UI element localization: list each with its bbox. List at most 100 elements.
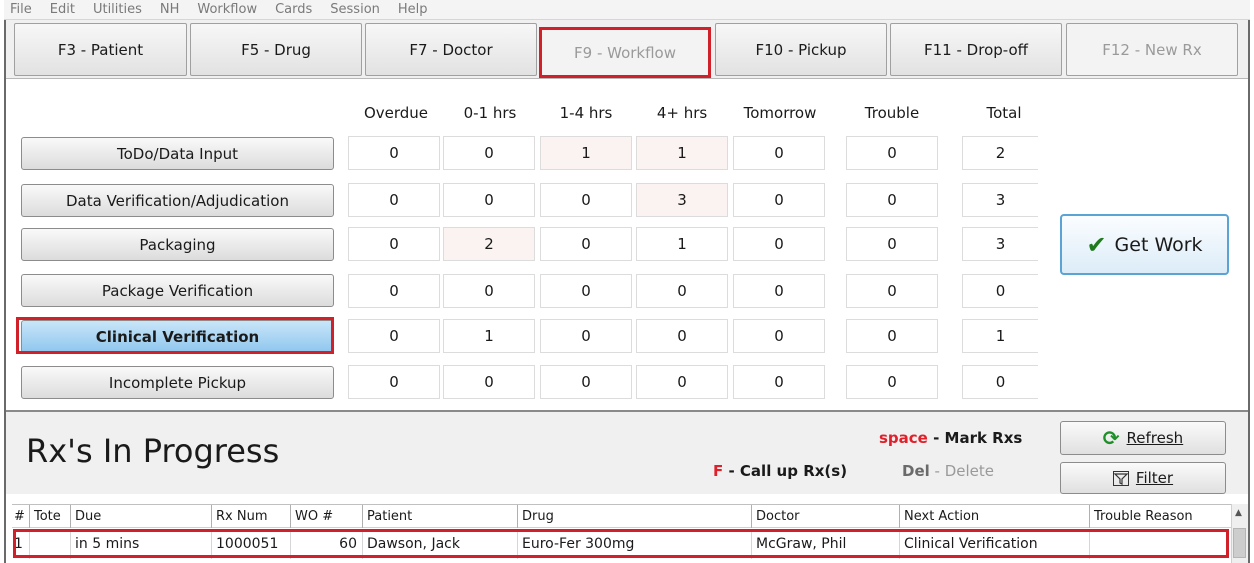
f3-patient-button[interactable]: F3 - Patient bbox=[14, 23, 187, 76]
menu-nh[interactable]: NH bbox=[160, 2, 180, 17]
f12-new-rx-button[interactable]: F12 - New Rx bbox=[1066, 23, 1238, 76]
scrollbar-thumb[interactable] bbox=[1233, 528, 1246, 558]
queue-count[interactable]: 0 bbox=[348, 136, 440, 170]
menu-session[interactable]: Session bbox=[330, 2, 380, 17]
queue-count[interactable]: 0 bbox=[540, 319, 632, 353]
queue-count[interactable]: 0 bbox=[733, 319, 825, 353]
col-header-0-1-hrs: 0-1 hrs bbox=[463, 104, 517, 122]
col-header-trouble: Trouble bbox=[864, 104, 920, 122]
queue-count[interactable]: 0 bbox=[540, 365, 632, 399]
th-patient[interactable]: Patient bbox=[362, 505, 516, 528]
queue-count[interactable]: 0 bbox=[846, 136, 938, 170]
col-header-4plus-hrs: 4+ hrs bbox=[656, 104, 708, 122]
queue-count[interactable]: 0 bbox=[348, 365, 440, 399]
queue-count[interactable]: 0 bbox=[348, 274, 440, 308]
queue-button-todo[interactable]: ToDo/Data Input bbox=[21, 137, 334, 170]
col-header-overdue: Overdue bbox=[363, 104, 429, 122]
menu-help[interactable]: Help bbox=[398, 2, 428, 17]
rx-in-progress-title: Rx's In Progress bbox=[26, 432, 280, 470]
scroll-up-icon[interactable]: ▲ bbox=[1235, 508, 1242, 518]
refresh-icon: ⟳ bbox=[1102, 426, 1120, 450]
th-number[interactable]: # bbox=[12, 505, 28, 528]
hint-separator: - bbox=[929, 462, 945, 480]
menu-edit[interactable]: Edit bbox=[50, 2, 75, 17]
queue-count[interactable]: 0 bbox=[348, 183, 440, 217]
queue-count[interactable]: 0 bbox=[733, 365, 825, 399]
mark-rxs-label: Mark Rxs bbox=[944, 429, 1023, 447]
space-key-label: space bbox=[879, 429, 928, 447]
queue-button-package-verification[interactable]: Package Verification bbox=[21, 274, 334, 307]
rx-table-header: # Tote Due Rx Num WO # Patient Drug Doct… bbox=[12, 504, 1248, 528]
queue-total[interactable]: 0 bbox=[962, 365, 1038, 399]
queue-count[interactable]: 2 bbox=[443, 227, 535, 261]
delete-label: Delete bbox=[944, 462, 995, 480]
menu-file[interactable]: File bbox=[10, 2, 32, 17]
queue-count[interactable]: 0 bbox=[846, 183, 938, 217]
call-up-rx-hint: F - Call up Rx(s) bbox=[713, 462, 847, 480]
queue-count[interactable]: 0 bbox=[540, 274, 632, 308]
th-next-action[interactable]: Next Action bbox=[899, 505, 1088, 528]
queue-count[interactable]: 0 bbox=[846, 319, 938, 353]
get-work-label: Get Work bbox=[1114, 233, 1203, 256]
get-work-button[interactable]: ✔ Get Work bbox=[1060, 214, 1229, 275]
queue-total[interactable]: 3 bbox=[962, 183, 1038, 217]
queue-count[interactable]: 1 bbox=[636, 227, 728, 261]
hint-separator: - bbox=[723, 462, 740, 480]
checkmark-icon: ✔ bbox=[1086, 230, 1107, 259]
queue-count[interactable]: 3 bbox=[636, 183, 728, 217]
queue-count[interactable]: 1 bbox=[443, 319, 535, 353]
menu-workflow[interactable]: Workflow bbox=[197, 2, 257, 17]
queue-count[interactable]: 0 bbox=[443, 365, 535, 399]
th-doctor[interactable]: Doctor bbox=[751, 505, 898, 528]
queue-count[interactable]: 1 bbox=[540, 136, 632, 170]
refresh-button[interactable]: ⟳ Refresh bbox=[1060, 421, 1226, 455]
queue-count[interactable]: 1 bbox=[636, 136, 728, 170]
queue-button-packaging[interactable]: Packaging bbox=[21, 228, 334, 261]
th-rx-num[interactable]: Rx Num bbox=[211, 505, 289, 528]
queue-count[interactable]: 0 bbox=[540, 183, 632, 217]
menu-utilities[interactable]: Utilities bbox=[93, 2, 142, 17]
menu-cards[interactable]: Cards bbox=[275, 2, 312, 17]
queue-button-data-verification[interactable]: Data Verification/Adjudication bbox=[21, 184, 334, 217]
f11-dropoff-button[interactable]: F11 - Drop-off bbox=[890, 23, 1062, 76]
f10-pickup-button[interactable]: F10 - Pickup bbox=[715, 23, 887, 76]
hint-separator: - bbox=[927, 429, 945, 447]
th-drug[interactable]: Drug bbox=[517, 505, 750, 528]
th-due[interactable]: Due bbox=[70, 505, 210, 528]
queue-count[interactable]: 0 bbox=[636, 274, 728, 308]
queue-total[interactable]: 3 bbox=[962, 227, 1038, 261]
queue-count[interactable]: 0 bbox=[540, 227, 632, 261]
th-wo-number[interactable]: WO # bbox=[290, 505, 361, 528]
queue-count[interactable]: 0 bbox=[443, 136, 535, 170]
queue-count[interactable]: 0 bbox=[636, 319, 728, 353]
th-trouble-reason[interactable]: Trouble Reason bbox=[1089, 505, 1227, 528]
queue-count[interactable]: 0 bbox=[733, 136, 825, 170]
queue-count[interactable]: 0 bbox=[846, 365, 938, 399]
f7-doctor-button[interactable]: F7 - Doctor bbox=[365, 23, 537, 76]
queue-total[interactable]: 0 bbox=[962, 274, 1038, 308]
queue-count[interactable]: 0 bbox=[443, 274, 535, 308]
queue-button-incomplete-pickup[interactable]: Incomplete Pickup bbox=[21, 366, 334, 399]
th-tote[interactable]: Tote bbox=[29, 505, 69, 528]
queue-count[interactable]: 0 bbox=[636, 365, 728, 399]
active-queue-highlight bbox=[16, 317, 334, 354]
queue-count[interactable]: 0 bbox=[443, 183, 535, 217]
queue-count[interactable]: 0 bbox=[733, 183, 825, 217]
filter-label: Filter bbox=[1135, 469, 1174, 487]
queue-count[interactable]: 0 bbox=[846, 227, 938, 261]
queue-count[interactable]: 0 bbox=[348, 227, 440, 261]
delete-hint: Del - Delete bbox=[902, 462, 994, 480]
selected-row-highlight bbox=[13, 529, 1229, 558]
queue-total[interactable]: 2 bbox=[962, 136, 1038, 170]
menu-bar: File Edit Utilities NH Workflow Cards Se… bbox=[4, 0, 1250, 20]
call-up-rx-label: Call up Rx(s) bbox=[739, 462, 848, 480]
queue-count[interactable]: 0 bbox=[846, 274, 938, 308]
f9-workflow-button[interactable]: F9 - Workflow bbox=[539, 27, 711, 78]
filter-icon bbox=[1112, 470, 1129, 486]
queue-count[interactable]: 0 bbox=[348, 319, 440, 353]
f5-drug-button[interactable]: F5 - Drug bbox=[190, 23, 362, 76]
queue-total[interactable]: 1 bbox=[962, 319, 1038, 353]
filter-button[interactable]: Filter bbox=[1060, 462, 1226, 494]
queue-count[interactable]: 0 bbox=[733, 274, 825, 308]
queue-count[interactable]: 0 bbox=[733, 227, 825, 261]
